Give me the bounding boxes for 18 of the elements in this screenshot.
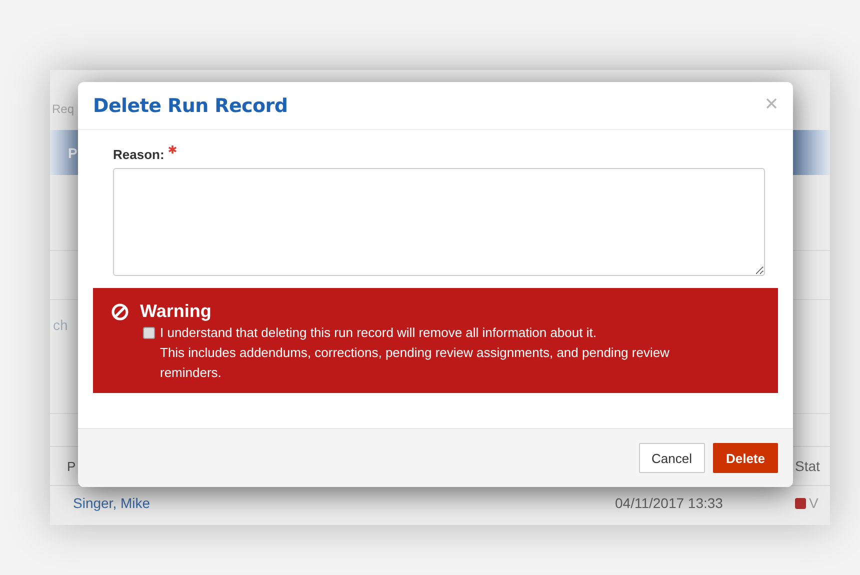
cancel-button[interactable]: Cancel xyxy=(638,443,705,473)
search-label: ch xyxy=(53,317,68,333)
warning-details: This includes addendums, corrections, pending review assignments, and pending review reminders. xyxy=(160,344,670,382)
column-header[interactable]: Stat xyxy=(795,458,830,474)
name-link[interactable]: Singer, Mike xyxy=(73,495,615,511)
table-cell-text: 04/11/2017 13:33 xyxy=(615,495,724,511)
dialog-title: Delete Run Record xyxy=(93,94,288,116)
warning-title: Warning xyxy=(140,301,212,322)
reason-field[interactable] xyxy=(113,168,765,276)
status-text: V xyxy=(809,495,818,511)
close-icon[interactable] xyxy=(766,98,777,109)
reason-label: Reason: xyxy=(113,147,164,162)
delete-button[interactable]: Delete xyxy=(712,443,778,473)
status-icon xyxy=(795,498,806,508)
acknowledge-text: I understand that deleting this run record will remove all information about it. xyxy=(160,324,598,342)
header-text: P xyxy=(68,144,78,160)
acknowledge-checkbox[interactable] xyxy=(143,327,155,339)
prohibited-icon xyxy=(111,302,129,320)
